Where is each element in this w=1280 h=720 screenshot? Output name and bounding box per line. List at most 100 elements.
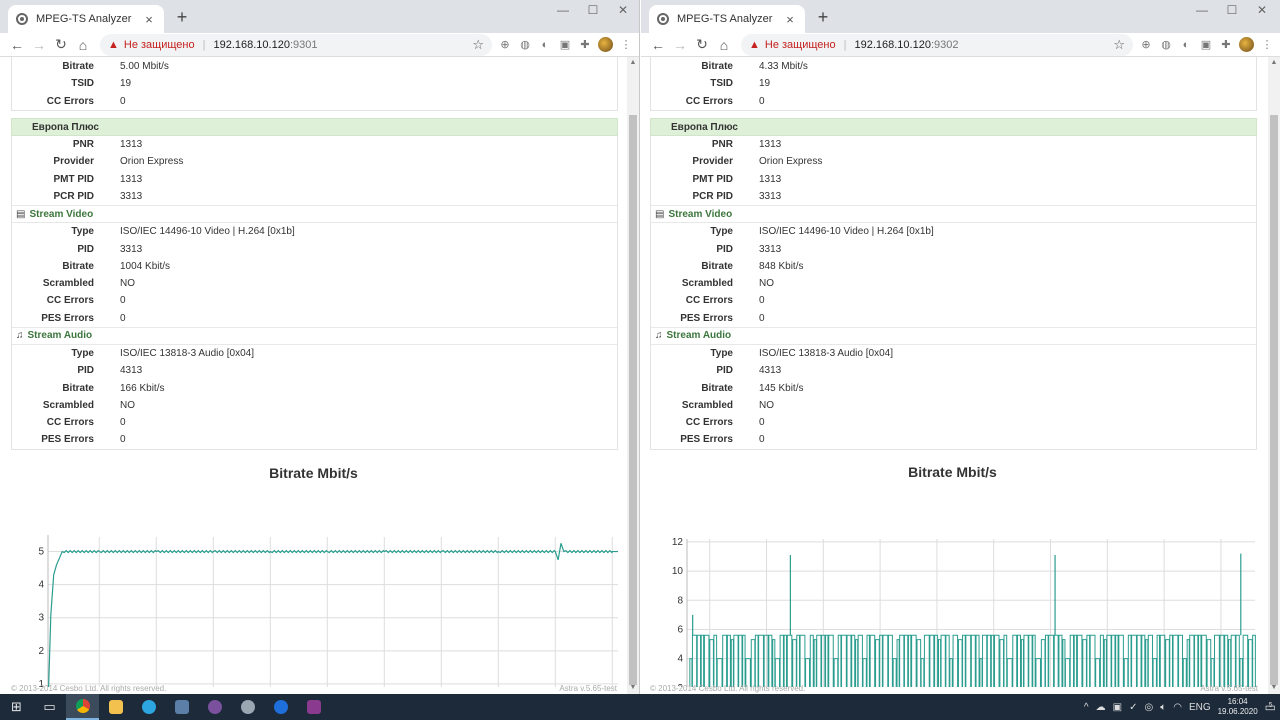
screenshot-icon[interactable]: ▣	[1199, 38, 1213, 52]
profile-avatar[interactable]	[598, 37, 613, 52]
reload-icon[interactable]: ↻	[691, 36, 713, 53]
bookmark-star-icon[interactable]: ☆	[1113, 37, 1125, 53]
extensions-area: ⊕ ◍ ◐ ▣ ✚ ⋮	[498, 37, 633, 52]
info-key: PCR PID	[692, 190, 733, 202]
info-key: TSID	[71, 78, 94, 90]
y-tick-label: 2	[38, 646, 44, 657]
maximize-icon[interactable]: ☐	[1217, 3, 1247, 17]
home-icon[interactable]: ⌂	[713, 37, 735, 53]
info-row: Provider Orion Express	[651, 153, 1256, 170]
stream-info: Bitrate 4.33 Mbit/s TSID 19 CC Errors 0 Европа…	[650, 57, 1257, 450]
stream-audio-label: Stream Audio	[27, 330, 93, 342]
info-row: Bitrate 145 Kbit/s	[651, 379, 1256, 396]
close-tab-icon[interactable]: ×	[783, 12, 797, 27]
viber-icon[interactable]	[198, 694, 231, 720]
program-header: Европа Плюс	[650, 117, 1257, 136]
new-tab-button[interactable]: +	[172, 7, 192, 28]
blue-app-icon[interactable]	[264, 694, 297, 720]
program-header: Европа Плюс	[11, 117, 618, 136]
new-tab-button[interactable]: +	[813, 7, 833, 28]
back-icon[interactable]: ←	[6, 37, 28, 53]
screenshot-icon[interactable]: ▣	[558, 38, 572, 52]
info-value: ISO/IEC 14496-10 Video | H.264 [0x1b]	[759, 226, 934, 238]
file-explorer-icon[interactable]	[99, 694, 132, 720]
info-value: 5.00 Mbit/s	[120, 61, 169, 73]
scroll-up-icon[interactable]: ▲	[1268, 57, 1280, 69]
notifications-icon[interactable]: ▭ 5	[1265, 700, 1276, 714]
address-bar[interactable]: ▲ Не защищено | 192.168.10.120:9302 ☆	[741, 33, 1133, 56]
info-row: PCR PID 3313	[651, 188, 1256, 205]
menu-icon[interactable]: ⋮	[619, 38, 633, 52]
info-row: CC Errors 0	[651, 93, 1256, 110]
scroll-down-icon[interactable]: ▼	[1268, 682, 1280, 694]
security-icon[interactable]: ✓	[1129, 702, 1137, 713]
tab-title: MPEG-TS Analyzer	[36, 13, 132, 25]
telegram-icon[interactable]	[132, 694, 165, 720]
info-row: CC Errors 0	[651, 292, 1256, 309]
web-icon[interactable]: ◍	[518, 38, 532, 52]
extension-icon[interactable]: ◐	[538, 38, 552, 52]
menu-icon[interactable]: ⋮	[1260, 38, 1274, 52]
stream-video-label: Stream Video	[668, 208, 733, 220]
language-indicator[interactable]: ENG	[1189, 702, 1211, 713]
bookmark-star-icon[interactable]: ☆	[472, 37, 484, 53]
scroll-down-icon[interactable]: ▼	[627, 682, 639, 694]
network-app-icon[interactable]	[165, 694, 198, 720]
puzzle-icon[interactable]: ✚	[578, 38, 592, 52]
globe-icon[interactable]: ⊕	[1139, 38, 1153, 52]
profile-avatar[interactable]	[1239, 37, 1254, 52]
scrollbar-thumb[interactable]	[629, 115, 637, 685]
back-icon[interactable]: ←	[647, 37, 669, 53]
cloud-icon[interactable]: ☁	[1096, 702, 1106, 713]
forward-icon[interactable]: →	[28, 37, 50, 53]
extension-icon[interactable]: ◐	[1179, 38, 1193, 52]
info-row: PES Errors 0	[12, 310, 617, 327]
tray-app-icon[interactable]: ▣	[1113, 702, 1122, 713]
info-key: CC Errors	[46, 295, 94, 307]
web-icon[interactable]: ◍	[1159, 38, 1173, 52]
info-key: Type	[710, 348, 733, 359]
volume-icon[interactable]: 🔈︎	[1160, 702, 1166, 713]
globe-icon[interactable]: ⊕	[498, 38, 512, 52]
close-window-icon[interactable]: ✕	[608, 3, 638, 17]
start-button[interactable]: ⊞	[0, 694, 33, 720]
scroll-up-icon[interactable]: ▲	[627, 57, 639, 69]
stream-info: Bitrate 5.00 Mbit/s TSID 19 CC Errors 0 Европа…	[11, 57, 618, 450]
puzzle-icon[interactable]: ✚	[1219, 38, 1233, 52]
info-row: Scrambled NO	[651, 275, 1256, 292]
tray-expand-icon[interactable]: ^	[1084, 702, 1089, 713]
scrollbar[interactable]: ▲ ▼	[1268, 57, 1280, 694]
music-icon: ♫	[655, 330, 663, 342]
info-key: TSID	[710, 78, 733, 90]
url-host: 192.168.10.120	[854, 38, 931, 51]
minimize-icon[interactable]: —	[548, 3, 578, 17]
chrome-taskbar-icon[interactable]	[66, 694, 99, 720]
address-bar[interactable]: ▲ Не защищено | 192.168.10.120:9301 ☆	[100, 33, 492, 56]
info-value: 145 Kbit/s	[759, 382, 804, 394]
home-icon[interactable]: ⌂	[72, 37, 94, 53]
browser-tab[interactable]: MPEG-TS Analyzer ×	[649, 5, 805, 33]
minimize-icon[interactable]: —	[1187, 3, 1217, 17]
clock[interactable]: 16:04 19.06.2020	[1218, 697, 1258, 717]
scrollbar-thumb[interactable]	[1270, 115, 1278, 685]
info-key: PNR	[72, 139, 94, 151]
wifi-icon[interactable]: ◠	[1173, 702, 1182, 713]
info-row: Type ISO/IEC 13818-3 Audio [0x04]	[651, 345, 1256, 362]
info-key: PCR PID	[53, 190, 94, 202]
maximize-icon[interactable]: ☐	[578, 3, 608, 17]
not-secure-label: Не защищено	[123, 38, 195, 51]
satellite-app-icon[interactable]	[231, 694, 264, 720]
close-window-icon[interactable]: ✕	[1247, 3, 1277, 17]
stream-audio-header: ♫ Stream Audio	[651, 326, 1256, 345]
reload-icon[interactable]: ↻	[50, 36, 72, 53]
vpn-icon[interactable]: ◎	[1144, 702, 1153, 713]
stream-video-header: ▤ Stream Video	[12, 205, 617, 224]
scrollbar[interactable]: ▲ ▼	[627, 57, 639, 694]
task-view-icon[interactable]: ▭	[33, 694, 66, 720]
forward-icon[interactable]: →	[669, 37, 691, 53]
film-icon: ▤	[16, 208, 26, 220]
close-tab-icon[interactable]: ×	[142, 12, 156, 27]
archive-app-icon[interactable]	[297, 694, 330, 720]
browser-tab[interactable]: MPEG-TS Analyzer ×	[8, 5, 164, 33]
info-value: NO	[120, 278, 135, 290]
